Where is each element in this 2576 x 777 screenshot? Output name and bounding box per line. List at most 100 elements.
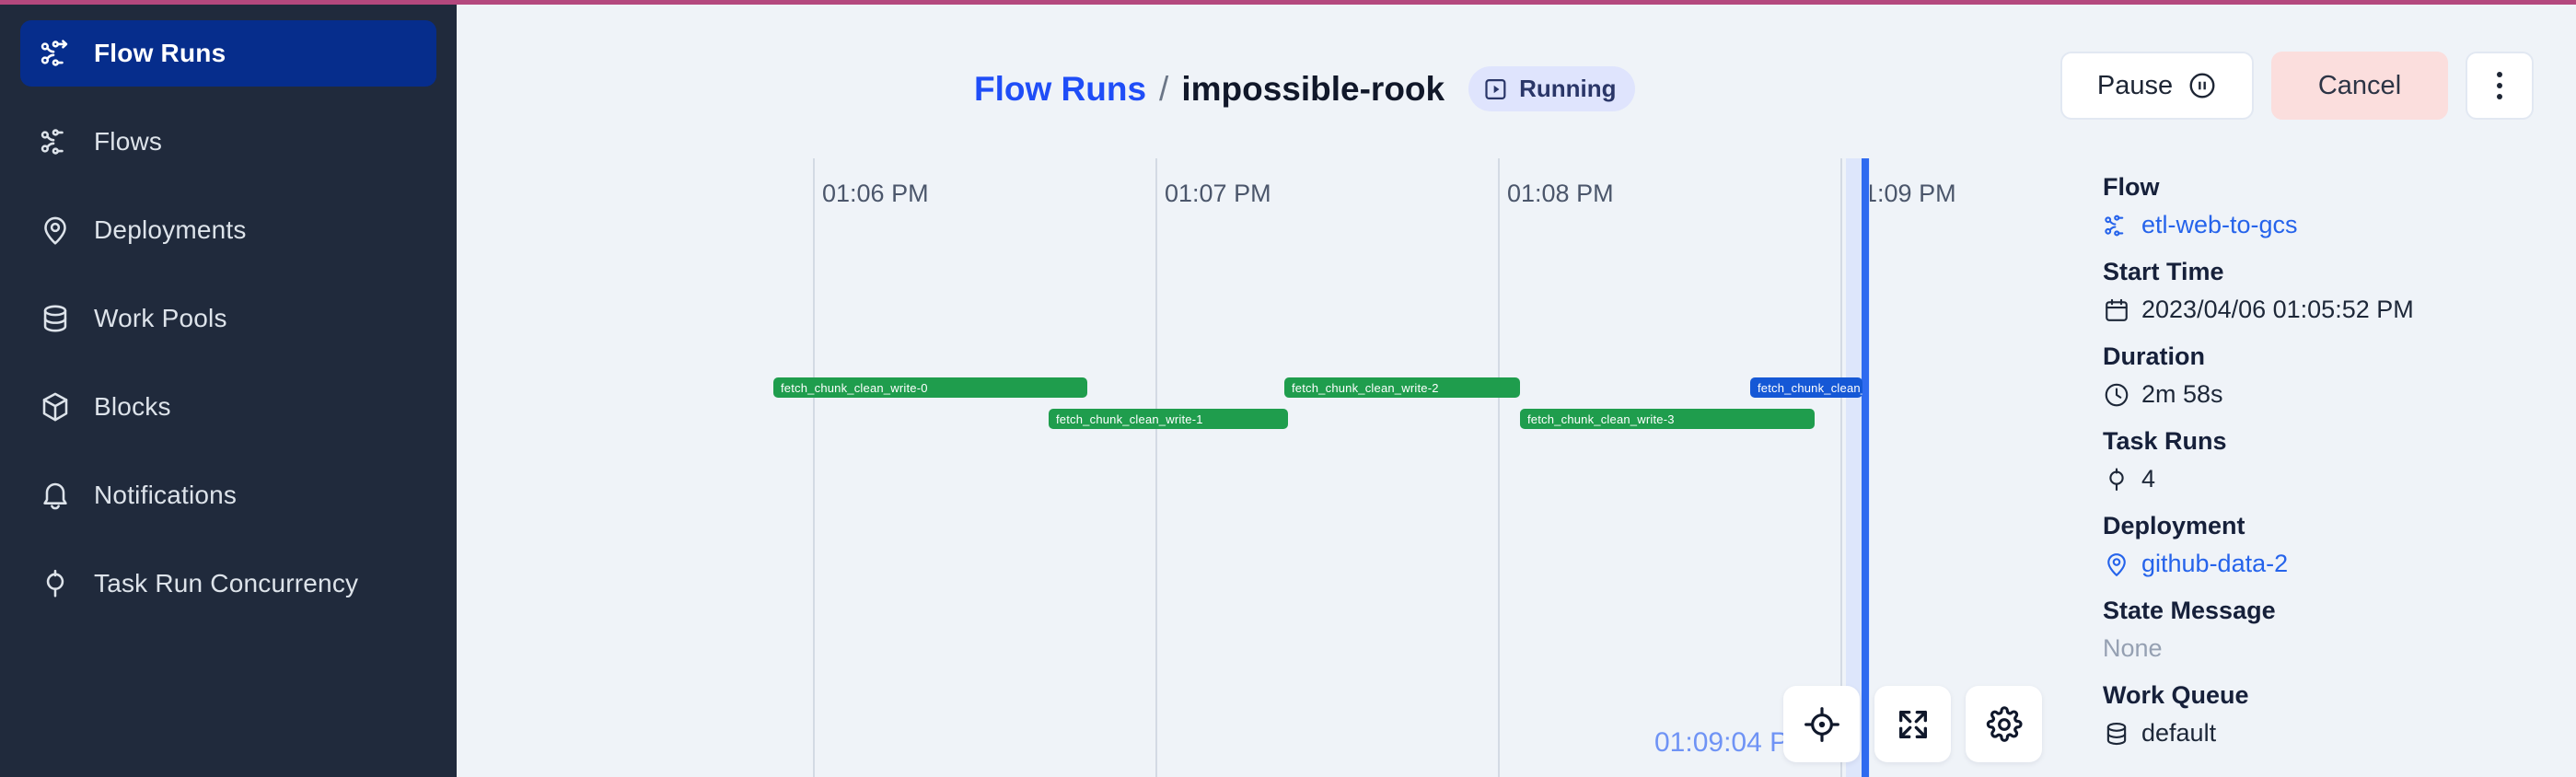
timeline-chart[interactable]: 05 PM01:06 PM01:07 PM01:08 PM01:09 PMfet… [457,158,2079,777]
timeline-gridline [1155,158,1157,777]
sidebar-item-blocks[interactable]: Blocks [20,374,436,440]
now-marker-line[interactable] [1862,158,1869,777]
page-title: impossible-rook [1181,69,1445,108]
flows-icon [2103,212,2130,239]
header-actions: Pause Cancel [2060,52,2534,120]
top-accent-bar [0,0,2576,5]
detail-value: 2023/04/06 01:05:52 PM [2103,296,2539,324]
sidebar-item-label: Task Run Concurrency [94,569,359,597]
task-run-concurrency-icon [39,567,72,600]
timeline-task-bar[interactable]: fetch_chunk_clean_write-3 [1520,409,1815,429]
sidebar-item-label: Blocks [94,392,171,421]
detail-value: None [2103,634,2539,663]
detail-label: State Message [2103,597,2276,624]
detail-group: Task Runs 4 [2103,427,2539,493]
fullscreen-button[interactable] [1874,686,1951,762]
detail-value-text: github-data-2 [2141,550,2289,577]
timeline-tick-label: 01:08 PM [1507,180,1614,207]
sidebar-item-label: Notifications [94,481,238,509]
detail-value: 4 [2103,465,2539,493]
detail-label: Deployment [2103,512,2245,539]
sidebar-item-label: Deployments [94,215,247,244]
status-badge: Running [1468,66,1635,111]
timeline-gridline [1840,158,1842,777]
kebab-menu-icon [2497,72,2502,99]
detail-group: Work Queue default [2103,681,2539,748]
breadcrumb: Flow Runs / impossible-rook Running [974,66,1635,111]
status-badge-label: Running [1519,75,1617,102]
deployments-pin-icon [39,214,72,247]
sidebar-item-notifications[interactable]: Notifications [20,462,436,528]
work-pools-database-icon [2103,720,2130,748]
deployments-pin-icon [2103,551,2130,578]
breadcrumb-link-flow-runs[interactable]: Flow Runs [974,70,1146,109]
expand-fullscreen-icon [1895,706,1932,743]
sidebar-item-work-pools[interactable]: Work Pools [20,285,436,352]
detail-group: Flow etl-web-to-gcs [2103,173,2539,239]
page-header: Flow Runs / impossible-rook Running Paus… [457,0,2576,158]
center-view-button[interactable] [1783,686,1860,762]
detail-value-text: None [2103,634,2163,662]
detail-value-text: 4 [2141,465,2156,493]
main-content: Flow Runs / impossible-rook Running Paus… [457,0,2576,777]
detail-value-text: 2023/04/06 01:05:52 PM [2141,296,2414,323]
detail-group: Deployment github-data-2 [2103,512,2539,578]
detail-value-text: default [2141,719,2217,747]
timeline-controls [1783,686,2042,762]
flows-icon [39,125,72,158]
timeline-task-bar-label: fetch_chunk_clean_write-0 [781,380,928,395]
timeline-task-bar[interactable]: fetch_chunk_clean_write-4 [1750,377,1862,398]
detail-label: Duration [2103,342,2205,370]
timeline-task-bar-label: fetch_chunk_clean_write-1 [1056,412,1203,426]
run-details-panel: Flow etl-web-to-gcs Start Time 2023/04/06 0… [2079,158,2576,777]
timeline-tick-label: 01:07 PM [1165,180,1271,207]
more-menu-button[interactable] [2466,52,2534,120]
settings-button[interactable] [1966,686,2042,762]
detail-value[interactable]: github-data-2 [2103,550,2539,578]
sidebar-item-task-run-concurrency[interactable]: Task Run Concurrency [20,551,436,617]
detail-label: Flow [2103,173,2160,201]
timeline-task-bar[interactable]: fetch_chunk_clean_write-2 [1284,377,1520,398]
detail-value[interactable]: etl-web-to-gcs [2103,211,2539,239]
detail-value-text: etl-web-to-gcs [2141,211,2298,238]
detail-value: 2m 58s [2103,380,2539,409]
detail-label: Task Runs [2103,427,2227,455]
detail-group: State Message None [2103,597,2539,663]
work-pools-database-icon [39,302,72,335]
play-square-icon [1483,76,1509,102]
sidebar-nav: Flow Runs Flows Deployments Work Pools Block… [0,0,457,777]
blocks-cube-icon [39,390,72,423]
cancel-button-label: Cancel [2317,70,2402,100]
gear-icon [1986,705,2023,743]
app-root: Flow Runs Flows Deployments Work Pools Block… [0,0,2576,777]
sidebar-item-flow-runs[interactable]: Flow Runs [20,20,436,87]
breadcrumb-separator: / [1159,69,1169,108]
task-run-icon [2103,466,2130,493]
bell-icon [39,479,72,512]
detail-value-text: 2m 58s [2141,380,2223,408]
calendar-icon [2103,296,2130,324]
clock-icon [2103,381,2130,409]
pause-button-label: Pause [2096,70,2174,100]
timeline-gridline [1498,158,1500,777]
sidebar-item-flows[interactable]: Flows [20,109,436,175]
crosshair-target-icon [1804,706,1840,743]
sidebar-item-label: Work Pools [94,304,227,332]
sidebar-item-label: Flow Runs [94,39,226,67]
pause-button[interactable]: Pause [2060,52,2254,120]
timeline-task-bar[interactable]: fetch_chunk_clean_write-0 [773,377,1087,398]
detail-label: Start Time [2103,258,2224,285]
timeline-tick-label: 01:06 PM [822,180,929,207]
timeline-task-bar-label: fetch_chunk_clean_write-3 [1527,412,1675,426]
sidebar-item-label: Flows [94,127,163,156]
cancel-button[interactable]: Cancel [2271,52,2448,120]
timeline-task-bar-label: fetch_chunk_clean_write-4 [1758,380,1862,395]
sidebar-item-deployments[interactable]: Deployments [20,197,436,263]
timeline-task-bar[interactable]: fetch_chunk_clean_write-1 [1049,409,1288,429]
timeline-gridline [813,158,815,777]
flow-runs-icon [39,37,72,70]
detail-value: default [2103,719,2539,748]
timeline-task-bar-label: fetch_chunk_clean_write-2 [1292,380,1439,395]
pause-circle-icon [2187,71,2217,100]
detail-group: Start Time 2023/04/06 01:05:52 PM [2103,258,2539,324]
